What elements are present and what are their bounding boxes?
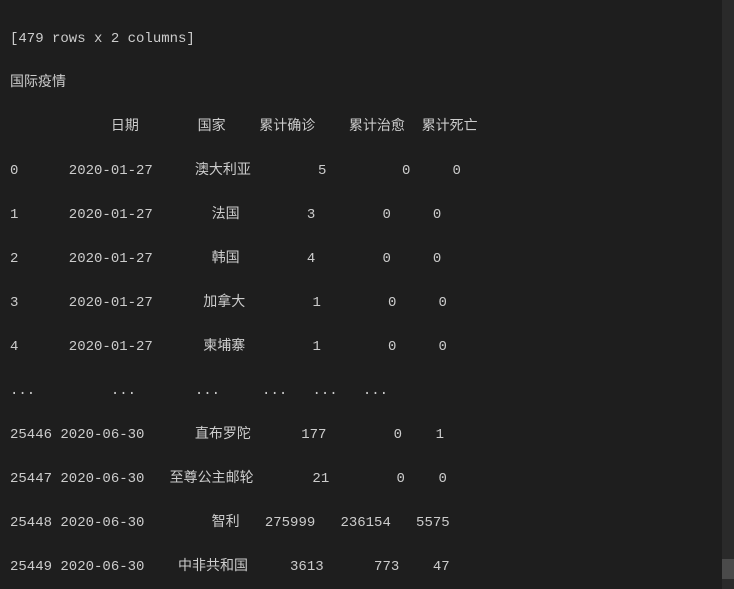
terminal-output: [479 rows x 2 columns] 国际疫情 日期 国家 累计确诊 累…: [0, 0, 734, 589]
table-row: 4 2020-01-27 柬埔寨 1 0 0: [10, 336, 724, 358]
table-row: 25447 2020-06-30 至尊公主邮轮 21 0 0: [10, 468, 724, 490]
table-ellipsis: ... ... ... ... ... ...: [10, 380, 724, 402]
table-row: 25446 2020-06-30 直布罗陀 177 0 1: [10, 424, 724, 446]
table-row: 0 2020-01-27 澳大利亚 5 0 0: [10, 160, 724, 182]
section-title: 国际疫情: [10, 72, 724, 94]
table-row: 25448 2020-06-30 智利 275999 236154 5575: [10, 512, 724, 534]
table-row: 3 2020-01-27 加拿大 1 0 0: [10, 292, 724, 314]
table-header: 日期 国家 累计确诊 累计治愈 累计死亡: [10, 116, 724, 138]
table-row: 2 2020-01-27 韩国 4 0 0: [10, 248, 724, 270]
vertical-scrollbar[interactable]: [722, 0, 734, 589]
table-row: 25449 2020-06-30 中非共和国 3613 773 47: [10, 556, 724, 578]
table-row: 1 2020-01-27 法国 3 0 0: [10, 204, 724, 226]
dataframe-summary: [479 rows x 2 columns]: [10, 28, 724, 50]
scrollbar-thumb[interactable]: [722, 559, 734, 579]
